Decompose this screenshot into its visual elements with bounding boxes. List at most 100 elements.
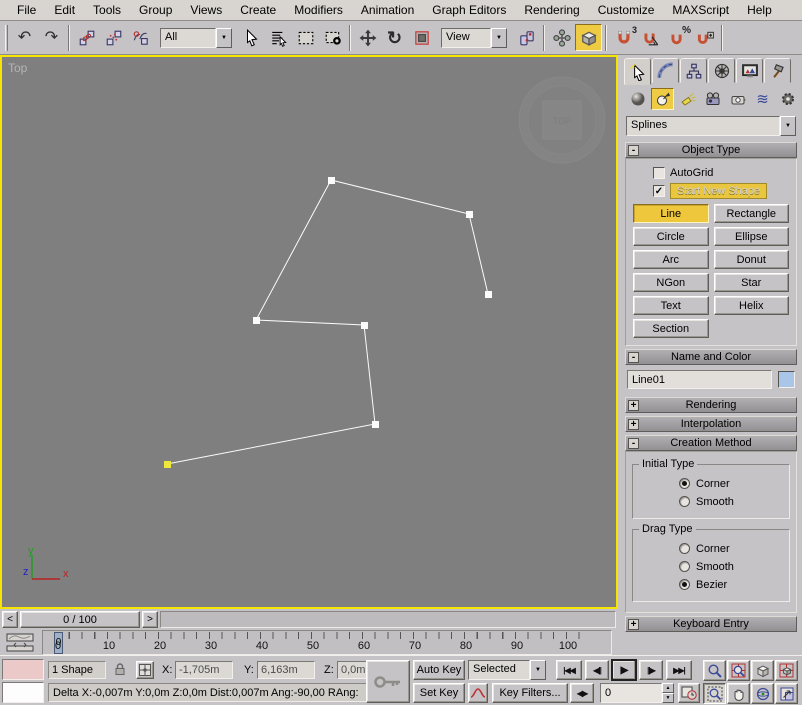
select-and-scale-button[interactable] xyxy=(408,24,435,51)
ngon-button[interactable]: NGon xyxy=(633,273,709,292)
category-spacewarps[interactable]: ≋ xyxy=(751,88,774,110)
category-geometry[interactable] xyxy=(626,88,649,110)
section-button[interactable]: Section xyxy=(633,319,709,338)
radio-icon[interactable] xyxy=(679,496,690,507)
drag-type-corner-radio[interactable]: Corner xyxy=(679,541,785,556)
menu-animation[interactable]: Animation xyxy=(352,1,423,19)
collapse-icon[interactable]: - xyxy=(628,145,639,156)
arc-rotate-button[interactable] xyxy=(751,683,774,704)
track-bar-ruler[interactable]: 0 0102030405060708090100 xyxy=(42,630,612,655)
initial-type-corner-radio[interactable]: Corner xyxy=(679,476,785,491)
dropdown-arrow-icon[interactable]: ▼ xyxy=(216,28,232,48)
initial-type-smooth-radio[interactable]: Smooth xyxy=(679,494,785,509)
key-mode-toggle-button[interactable]: ◀▶ xyxy=(570,683,594,703)
tab-hierarchy[interactable] xyxy=(680,58,707,83)
tab-utilities[interactable] xyxy=(764,58,791,83)
maxscript-mini-listener[interactable] xyxy=(2,682,44,703)
zoom-region-button[interactable] xyxy=(703,683,726,704)
play-animation-button[interactable]: ▶ xyxy=(612,660,636,680)
unlink-selection-button[interactable] xyxy=(100,24,127,51)
spline-vertex[interactable] xyxy=(328,177,335,184)
key-filters-button[interactable]: Key Filters... xyxy=(492,683,568,703)
pan-view-button[interactable] xyxy=(727,683,750,704)
y-coordinate-field[interactable]: 6,163m xyxy=(257,661,315,679)
next-frame-arrow-button[interactable]: > xyxy=(142,611,158,628)
tab-display[interactable] xyxy=(736,58,763,83)
spinner-snap-toggle-button[interactable] xyxy=(691,24,718,51)
selection-lock-toggle[interactable] xyxy=(112,661,130,679)
frame-spinner[interactable]: ▲ ▼ xyxy=(662,683,674,703)
viewport-top[interactable]: Top TOP y x z xyxy=(0,55,618,609)
menu-customize[interactable]: Customize xyxy=(589,1,664,19)
time-configuration-button[interactable] xyxy=(678,683,700,703)
rollout-name-color-header[interactable]: - Name and Color xyxy=(625,349,797,365)
menu-create[interactable]: Create xyxy=(231,1,285,19)
spline-vertex[interactable] xyxy=(485,291,492,298)
spinner-up-icon[interactable]: ▲ xyxy=(662,683,674,693)
menu-graph-editors[interactable]: Graph Editors xyxy=(423,1,515,19)
zoom-all-button[interactable] xyxy=(727,660,750,681)
object-color-swatch[interactable] xyxy=(778,371,795,388)
object-name-field[interactable]: Line01 xyxy=(627,370,772,389)
zoom-button[interactable] xyxy=(703,660,726,681)
select-and-rotate-button[interactable]: ↻ xyxy=(381,24,408,51)
circle-button[interactable]: Circle xyxy=(633,227,709,246)
category-lights[interactable] xyxy=(676,88,699,110)
menu-rendering[interactable]: Rendering xyxy=(515,1,588,19)
absolute-mode-toggle[interactable] xyxy=(136,661,154,679)
menu-file[interactable]: File xyxy=(8,1,45,19)
collapse-icon[interactable]: - xyxy=(628,352,639,363)
drag-type-bezier-radio[interactable]: Bezier xyxy=(679,577,785,592)
tab-motion[interactable] xyxy=(708,58,735,83)
angle-snap-toggle-button[interactable] xyxy=(637,24,664,51)
radio-icon[interactable] xyxy=(679,561,690,572)
menu-group[interactable]: Group xyxy=(130,1,181,19)
spline-vertex-active[interactable] xyxy=(164,461,171,468)
default-tangent-button[interactable] xyxy=(468,683,488,703)
category-systems[interactable] xyxy=(776,88,799,110)
menu-views[interactable]: Views xyxy=(181,1,231,19)
drag-type-smooth-radio[interactable]: Smooth xyxy=(679,559,785,574)
spline-vertex[interactable] xyxy=(372,421,379,428)
previous-frame-arrow-button[interactable]: < xyxy=(2,611,18,628)
star-button[interactable]: Star xyxy=(714,273,790,292)
collapse-icon[interactable]: - xyxy=(628,438,639,449)
line-button[interactable]: Line xyxy=(633,204,709,223)
helix-button[interactable]: Helix xyxy=(714,296,790,315)
menu-tools[interactable]: Tools xyxy=(84,1,130,19)
window-crossing-toggle-button[interactable] xyxy=(319,24,346,51)
maxscript-mini-listener-macro[interactable] xyxy=(2,659,44,680)
rollout-creation-method-header[interactable]: - Creation Method xyxy=(625,435,797,451)
redo-button[interactable]: ↷ xyxy=(38,24,65,51)
radio-icon[interactable] xyxy=(679,579,690,590)
menu-edit[interactable]: Edit xyxy=(45,1,84,19)
go-to-start-button[interactable]: |◀◀ xyxy=(556,660,582,680)
toolbar-grip[interactable] xyxy=(5,25,8,51)
rollout-keyboard-entry-header[interactable]: + Keyboard Entry xyxy=(625,616,797,632)
radio-icon[interactable] xyxy=(679,478,690,489)
category-helpers[interactable] xyxy=(726,88,749,110)
radio-icon[interactable] xyxy=(679,543,690,554)
zoom-extents-all-button[interactable] xyxy=(775,660,798,681)
set-key-button[interactable]: Set Key xyxy=(413,683,465,703)
spinner-down-icon[interactable]: ▼ xyxy=(662,693,674,703)
rectangle-button[interactable]: Rectangle xyxy=(714,204,790,223)
dropdown-arrow-icon[interactable]: ▼ xyxy=(491,28,507,48)
rollout-rendering-header[interactable]: + Rendering xyxy=(625,397,797,413)
zoom-extents-button[interactable] xyxy=(751,660,774,681)
percent-snap-toggle-button[interactable]: % xyxy=(664,24,691,51)
time-slider-track[interactable] xyxy=(160,611,616,628)
selection-set-dropdown[interactable]: Selected ▼ xyxy=(468,660,546,680)
previous-frame-button[interactable]: ◀|| xyxy=(585,660,609,680)
menu-modifiers[interactable]: Modifiers xyxy=(285,1,352,19)
spline-canvas[interactable] xyxy=(2,57,616,607)
auto-key-button[interactable]: Auto Key xyxy=(413,660,465,680)
bind-to-space-warp-button[interactable] xyxy=(127,24,154,51)
rollout-object-type-header[interactable]: - Object Type xyxy=(625,142,797,158)
select-and-link-button[interactable] xyxy=(73,24,100,51)
snap-3d-toggle-button[interactable]: 3 xyxy=(610,24,637,51)
spline-category-dropdown[interactable]: Splines ▼ xyxy=(626,116,796,136)
x-coordinate-field[interactable]: -1,705m xyxy=(175,661,233,679)
next-frame-button[interactable]: ||▶ xyxy=(639,660,663,680)
spline-vertex[interactable] xyxy=(361,322,368,329)
